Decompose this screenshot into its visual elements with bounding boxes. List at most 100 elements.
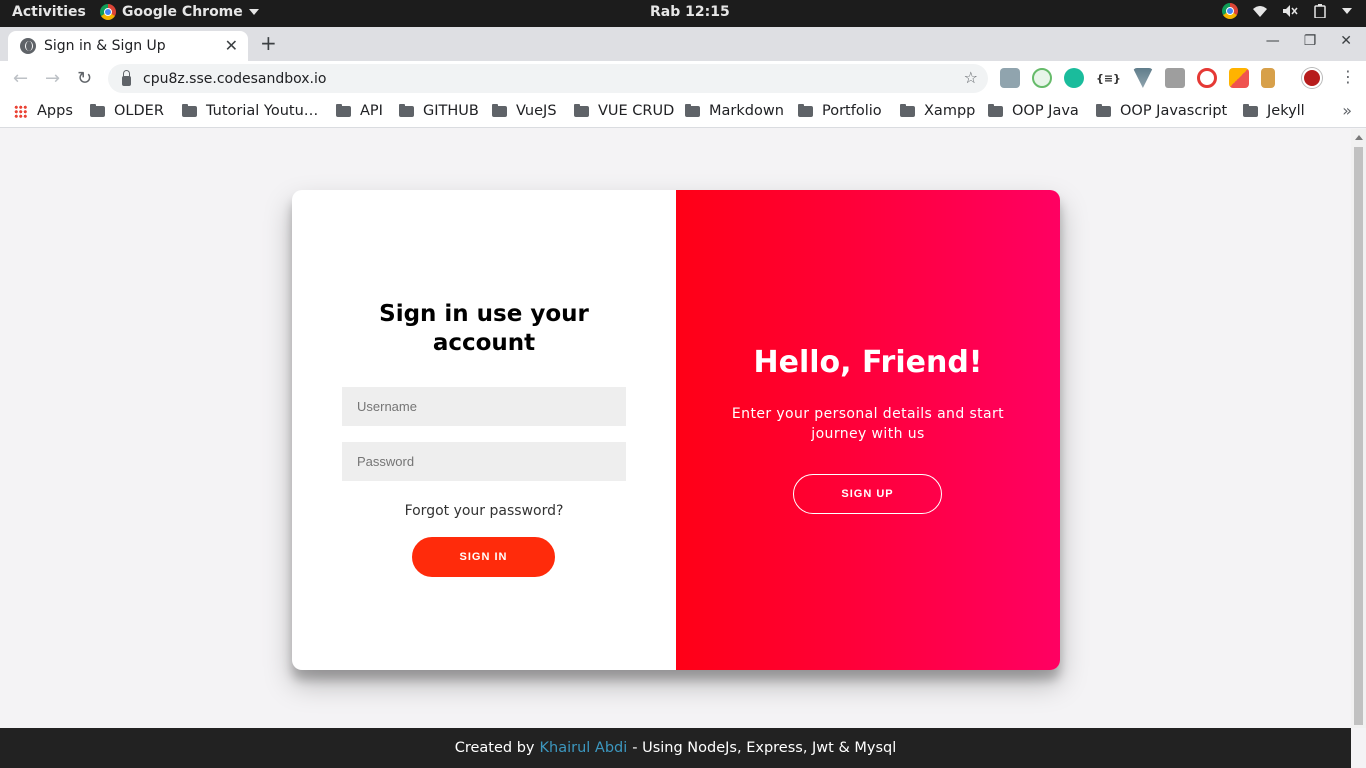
extension-icon[interactable] [1000, 68, 1020, 88]
folder-icon [685, 103, 700, 117]
nodejs-extension-icon[interactable] [1032, 68, 1052, 88]
spiral-extension-icon[interactable] [1196, 68, 1217, 88]
window-controls: — ❐ ✕ [1266, 33, 1352, 49]
system-top-bar: Activities Google Chrome Rab 12:15 [0, 0, 1366, 27]
m-extension-icon[interactable] [1064, 68, 1084, 88]
author-link[interactable]: Khairul Abdi [540, 740, 628, 756]
bookmark-apps[interactable]: Apps [14, 103, 73, 119]
bookmark-folder-vue-crud[interactable]: VUE CRUD [574, 103, 674, 119]
folder-icon [336, 103, 351, 117]
forgot-password-link[interactable]: Forgot your password? [292, 503, 676, 519]
bookmark-label: Markdown [709, 103, 784, 119]
new-tab-button[interactable]: + [260, 31, 277, 55]
globe-icon [20, 38, 36, 54]
overlay-title: Hello, Friend! [753, 345, 983, 380]
reload-icon[interactable]: ↻ [77, 68, 92, 89]
signup-overlay-panel: Hello, Friend! Enter your personal detai… [676, 190, 1060, 670]
password-input[interactable] [342, 442, 626, 481]
bookmark-folder-github[interactable]: GITHUB [399, 103, 479, 119]
page-scrollbar[interactable] [1351, 129, 1366, 728]
bookmark-folder-markdown[interactable]: Markdown [685, 103, 784, 119]
back-arrow-icon[interactable]: ← [13, 68, 28, 89]
folder-icon [988, 103, 1003, 117]
tab-strip: Sign in & Sign Up ✕ + — ❐ ✕ [0, 27, 1366, 61]
signin-form: Sign in use your account Forgot your pas… [292, 190, 676, 670]
username-input[interactable] [342, 387, 626, 426]
vue-devtools-icon[interactable] [1132, 68, 1153, 88]
system-menu-chevron-icon [1342, 8, 1352, 14]
wifi-icon [1253, 6, 1267, 17]
lock-icon [122, 69, 131, 86]
ruler-extension-icon[interactable] [1260, 68, 1275, 88]
page-viewport: Sign in use your account Forgot your pas… [0, 129, 1351, 728]
browser-toolbar: ← → ↻ cpu8z.sse.codesandbox.io ☆ {≡} ⋮ [0, 61, 1366, 96]
folder-icon [798, 103, 813, 117]
app-menu[interactable]: Google Chrome [100, 4, 259, 20]
scrollbar-thumb[interactable] [1354, 147, 1363, 725]
signin-title: Sign in use your account [379, 301, 589, 356]
auth-card: Sign in use your account Forgot your pas… [292, 190, 1060, 670]
volume-muted-icon [1283, 5, 1298, 17]
scroll-up-arrow-icon[interactable] [1355, 135, 1363, 140]
bookmark-label: Portfolio [822, 103, 882, 119]
signin-button[interactable]: SIGN IN [412, 537, 555, 577]
folder-icon [1243, 103, 1258, 117]
bookmark-folder-oop-java[interactable]: OOP Java [988, 103, 1079, 119]
footer-prefix: Created by [454, 740, 535, 756]
clock[interactable]: Rab 12:15 [650, 4, 730, 20]
system-tray[interactable] [1222, 3, 1352, 19]
bookmark-folder-xampp[interactable]: Xampp [900, 103, 975, 119]
folder-icon [1096, 103, 1111, 117]
app-menu-label: Google Chrome [122, 4, 243, 20]
bookmark-label: OOP Java [1012, 103, 1079, 119]
apps-grid-icon [14, 104, 27, 118]
profile-avatar[interactable] [1302, 68, 1322, 88]
bookmark-label: GITHUB [423, 103, 479, 119]
bookmark-label: OOP Javascript [1120, 103, 1228, 119]
folder-icon [574, 103, 589, 117]
signup-button[interactable]: SIGN UP [793, 474, 942, 514]
camera-icon[interactable] [1164, 68, 1185, 88]
close-window-icon[interactable]: ✕ [1340, 33, 1352, 49]
bookmark-star-icon[interactable]: ☆ [964, 68, 978, 87]
bookmark-folder-tutorial[interactable]: Tutorial Youtu… [182, 103, 318, 119]
extensions-area: {≡} [1000, 68, 1275, 88]
activities-button[interactable]: Activities [12, 4, 86, 20]
minimize-icon[interactable]: — [1266, 33, 1280, 49]
bookmark-folder-api[interactable]: API [336, 103, 383, 119]
overlay-text: Enter your personal details and start jo… [731, 406, 1005, 442]
more-menu-icon[interactable]: ⋮ [1340, 67, 1356, 86]
address-bar[interactable]: cpu8z.sse.codesandbox.io ☆ [108, 64, 988, 93]
footer-suffix: - Using NodeJs, Express, Jwt & Mysql [632, 740, 897, 756]
bookmark-label: API [360, 103, 383, 119]
bookmark-folder-vuejs[interactable]: VueJS [492, 103, 557, 119]
tab-signin-signup[interactable]: Sign in & Sign Up ✕ [8, 31, 248, 61]
tab-title: Sign in & Sign Up [44, 38, 166, 54]
bookmark-label: Xampp [924, 103, 976, 119]
more-bookmarks-icon[interactable]: » [1342, 101, 1352, 120]
chrome-icon [100, 4, 116, 20]
bookmark-label: VUE CRUD [598, 103, 675, 119]
folder-icon [90, 103, 105, 117]
bookmark-label: Apps [37, 103, 73, 119]
bookmark-label: Jekyll [1267, 103, 1305, 119]
chrome-tray-icon[interactable] [1222, 3, 1238, 19]
bookmark-label: Tutorial Youtu… [206, 103, 319, 119]
bookmark-label: OLDER [114, 103, 164, 119]
page-footer: Created by Khairul Abdi - Using NodeJs, … [0, 728, 1351, 768]
close-tab-icon[interactable]: ✕ [225, 36, 238, 55]
folder-icon [492, 103, 507, 117]
maximize-icon[interactable]: ❐ [1304, 33, 1317, 49]
bookmark-folder-jekyll[interactable]: Jekyll [1243, 103, 1305, 119]
battery-icon [1314, 4, 1326, 18]
json-extension-icon[interactable]: {≡} [1096, 72, 1121, 85]
bookmark-folder-portfolio[interactable]: Portfolio [798, 103, 882, 119]
bookmark-folder-oop-javascript[interactable]: OOP Javascript [1096, 103, 1227, 119]
forward-arrow-icon[interactable]: → [45, 68, 60, 89]
url-text: cpu8z.sse.codesandbox.io [143, 70, 327, 87]
folder-icon [900, 103, 915, 117]
bookmark-folder-older[interactable]: OLDER [90, 103, 164, 119]
color-picker-icon[interactable] [1228, 68, 1249, 88]
bookmark-label: VueJS [516, 103, 557, 119]
bookmarks-bar: Apps OLDER Tutorial Youtu… API GITHUB Vu… [0, 96, 1366, 128]
